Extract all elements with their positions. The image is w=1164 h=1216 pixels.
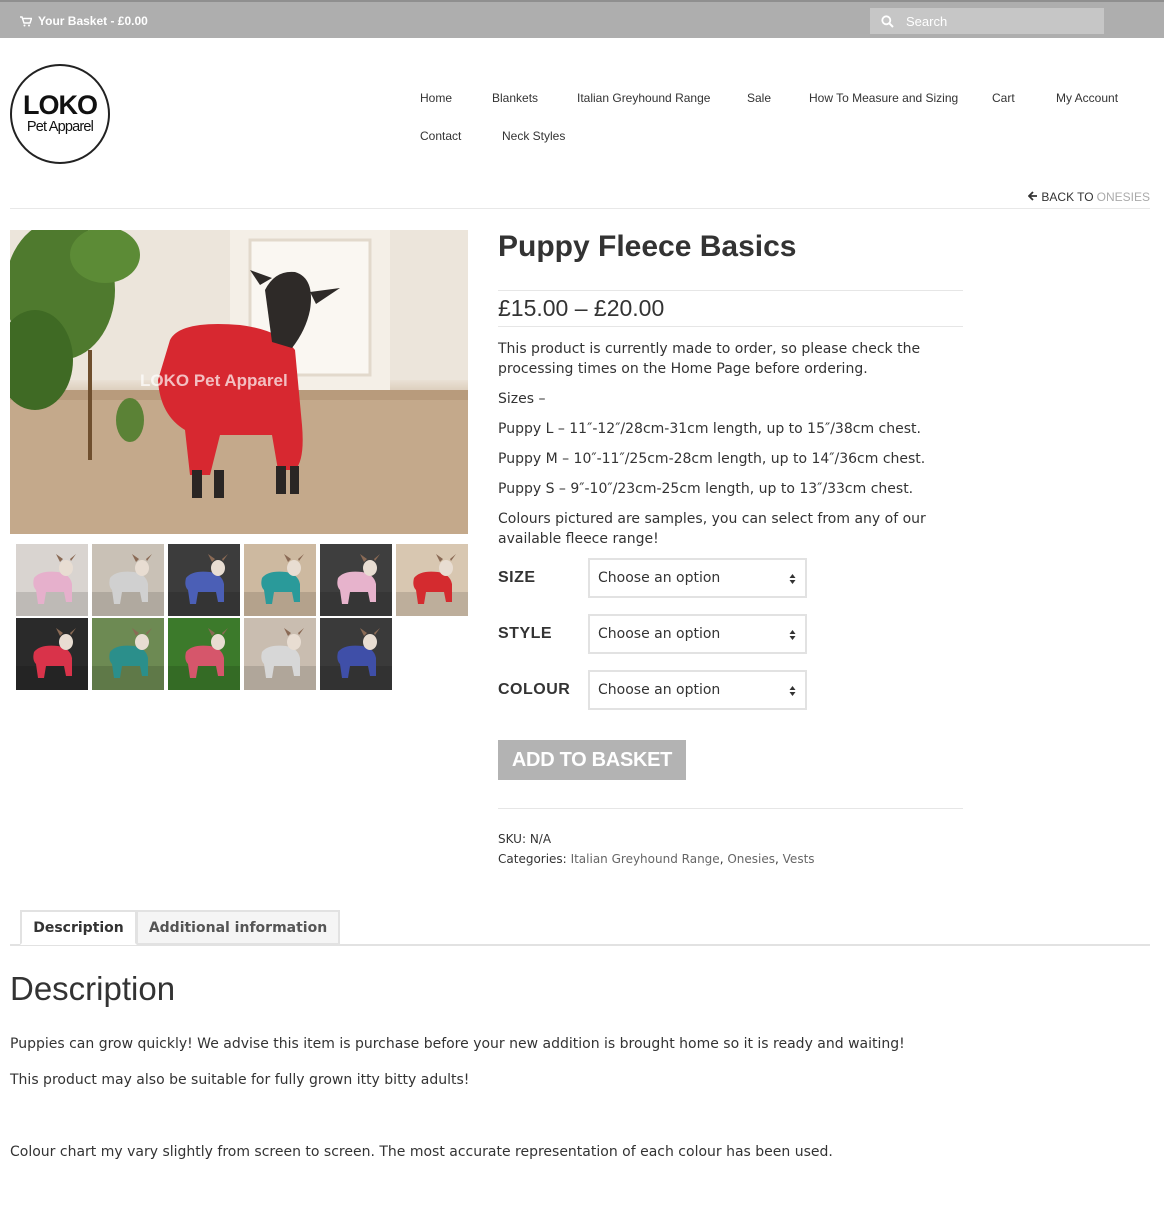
description-paragraph: Colours pictured are samples, you can se… bbox=[498, 511, 926, 547]
categories-separator: , bbox=[719, 852, 724, 866]
divider bbox=[498, 808, 963, 809]
nav-cart[interactable]: Cart bbox=[992, 91, 1015, 105]
dog-in-red-onesie-photo: LOKO Pet Apparel bbox=[10, 230, 468, 534]
colour-select-value: Choose an option bbox=[598, 682, 721, 698]
nav-my-account[interactable]: My Account bbox=[1056, 91, 1118, 105]
product-thumbnail-blue-sitting[interactable] bbox=[320, 618, 392, 690]
product-price: £15.00 – £20.00 bbox=[498, 295, 665, 321]
category-link-onesies[interactable]: Onesies bbox=[727, 852, 775, 866]
description-paragraph: Sizes – bbox=[498, 391, 546, 407]
arrow-left-icon bbox=[1028, 190, 1038, 204]
product-thumbnail-blue-sofa[interactable] bbox=[168, 544, 240, 616]
nav-contact[interactable]: Contact bbox=[420, 129, 461, 143]
sku-label: SKU: bbox=[498, 832, 526, 846]
description-paragraph: Puppy M – 10″-11″/25cm-28cm length, up t… bbox=[498, 451, 926, 467]
product-thumbnail-pink-grass[interactable] bbox=[168, 618, 240, 690]
nav-blankets[interactable]: Blankets bbox=[492, 91, 538, 105]
description-paragraph: This product is currently made to order,… bbox=[498, 341, 921, 377]
tab-additional-information[interactable]: Additional information bbox=[136, 910, 340, 945]
logo-wordmark: LOKO bbox=[23, 90, 98, 120]
back-to-category-link[interactable]: BACK TO ONESIES bbox=[1028, 190, 1150, 204]
size-label: SIZE bbox=[498, 569, 536, 586]
description-body-paragraph: Colour chart my vary slightly from scree… bbox=[10, 1144, 833, 1160]
nav-sale[interactable]: Sale bbox=[747, 91, 771, 105]
product-title: Puppy Fleece Basics bbox=[498, 230, 797, 263]
select-arrows-icon bbox=[789, 685, 796, 701]
product-thumbnail-red-fireplace[interactable] bbox=[16, 618, 88, 690]
style-select[interactable]: Choose an option bbox=[588, 614, 807, 654]
search-input[interactable] bbox=[904, 12, 1088, 30]
site-logo[interactable]: LOKO Pet Apparel bbox=[10, 64, 110, 164]
size-select-value: Choose an option bbox=[598, 570, 721, 586]
nav-italian-greyhound-range[interactable]: Italian Greyhound Range bbox=[577, 91, 710, 105]
image-watermark: LOKO Pet Apparel bbox=[140, 371, 288, 390]
tab-description[interactable]: Description bbox=[20, 910, 137, 945]
category-link-italian-greyhound-range[interactable]: Italian Greyhound Range bbox=[571, 852, 720, 866]
product-thumbnail-teal-standing[interactable] bbox=[244, 544, 316, 616]
product-thumbnail-red-standing[interactable] bbox=[396, 544, 468, 616]
search-icon bbox=[881, 14, 894, 28]
description-body-paragraph: This product may also be suitable for fu… bbox=[10, 1072, 470, 1088]
divider bbox=[498, 326, 963, 327]
search-box[interactable] bbox=[870, 8, 1104, 34]
style-select-value: Choose an option bbox=[598, 626, 721, 642]
colour-label: COLOUR bbox=[498, 681, 571, 698]
sku-line: SKU: N/A bbox=[498, 832, 551, 846]
top-bar: Your Basket - £0.00 bbox=[0, 0, 1164, 38]
select-arrows-icon bbox=[789, 629, 796, 645]
sku-value: N/A bbox=[529, 832, 552, 846]
logo-subtitle: Pet Apparel bbox=[26, 119, 94, 135]
product-thumbnail-grey-floor[interactable] bbox=[244, 618, 316, 690]
product-thumbnail-pink-sofa[interactable] bbox=[320, 544, 392, 616]
back-label: BACK TO bbox=[1041, 190, 1094, 204]
nav-home[interactable]: Home bbox=[420, 91, 452, 105]
size-select[interactable]: Choose an option bbox=[588, 558, 807, 598]
product-main-image[interactable]: LOKO Pet Apparel bbox=[10, 230, 468, 534]
back-target: ONESIES bbox=[1096, 190, 1150, 204]
nav-neck-styles[interactable]: Neck Styles bbox=[502, 129, 565, 143]
category-link-vests[interactable]: Vests bbox=[783, 852, 815, 866]
cart-icon bbox=[20, 15, 32, 27]
categories-separator: , bbox=[775, 852, 779, 866]
basket-label: Your Basket - £0.00 bbox=[38, 14, 148, 28]
colour-select[interactable]: Choose an option bbox=[588, 670, 807, 710]
product-thumbnail-teal-plants[interactable] bbox=[92, 618, 164, 690]
nav-how-to-measure[interactable]: How To Measure and Sizing bbox=[809, 91, 958, 105]
description-heading: Description bbox=[10, 970, 176, 1007]
divider bbox=[498, 290, 963, 291]
description-paragraph: Puppy L – 11″-12″/28cm-31cm length, up t… bbox=[498, 421, 921, 437]
categories-line: Categories: Italian Greyhound Range, One… bbox=[498, 852, 815, 866]
product-thumbnail-pink-blanket[interactable] bbox=[16, 544, 88, 616]
basket-link[interactable]: Your Basket - £0.00 bbox=[20, 14, 148, 28]
description-body-paragraph: Puppies can grow quickly! We advise this… bbox=[10, 1036, 905, 1052]
divider bbox=[10, 208, 1150, 209]
select-arrows-icon bbox=[789, 573, 796, 589]
add-to-basket-button[interactable]: ADD TO BASKET bbox=[498, 740, 686, 780]
style-label: STYLE bbox=[498, 625, 553, 642]
description-paragraph: Puppy S – 9″-10″/23cm-25cm length, up to… bbox=[498, 481, 914, 497]
categories-label: Categories: bbox=[498, 852, 567, 866]
product-thumbnail-grey-standing[interactable] bbox=[92, 544, 164, 616]
